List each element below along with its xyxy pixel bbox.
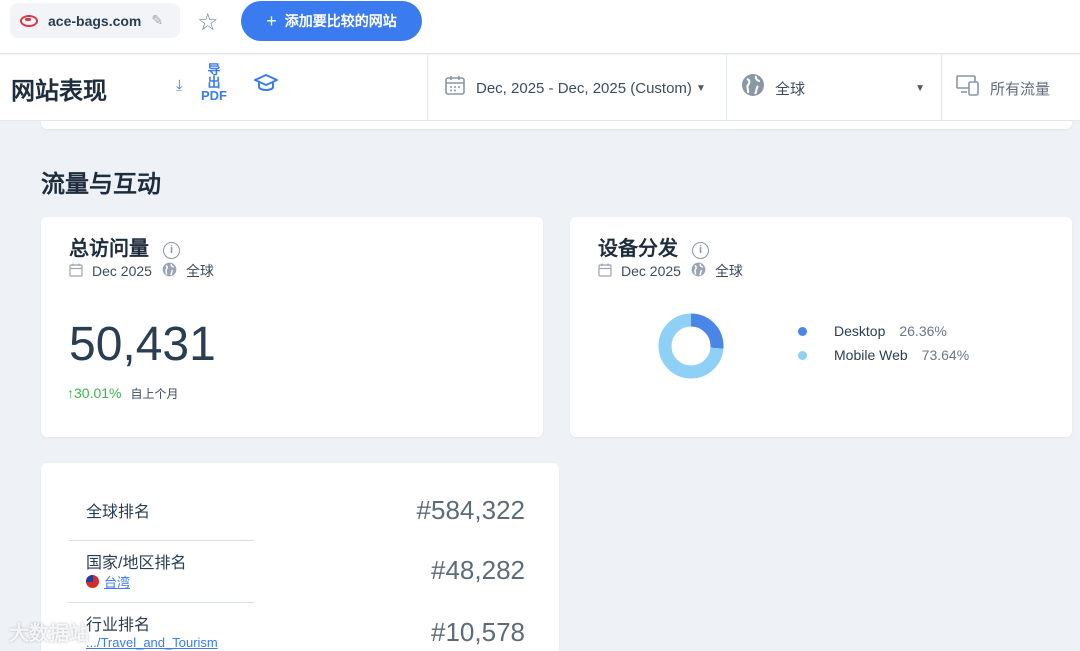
calendar-icon [444, 74, 466, 102]
site-domain: ace-bags.com [48, 12, 142, 29]
device-donut-chart [658, 313, 724, 379]
period-text: Dec 2025 [92, 263, 152, 279]
date-range-text: Dec, 2025 - Dec, 2025 (Custom) [476, 79, 692, 97]
legend-dot [798, 350, 807, 360]
device-legend: Desktop 26.36% Mobile Web 73.64% [798, 319, 969, 367]
total-visits-title: 总访问量 [69, 238, 149, 260]
legend-dot [798, 326, 807, 336]
page-header: 网站表现 ⤓ 导 出 PDF Dec, 2025 - Dec, 2025 (Cu… [0, 55, 1080, 121]
taiwan-flag-icon [86, 575, 99, 588]
geo-text: 全球 [185, 263, 214, 279]
industry-link-text: .../Travel_and_Tourism [86, 635, 218, 650]
legend-pct: 26.36% [899, 323, 947, 339]
change-value: ↑30.01% [67, 385, 122, 401]
watermark: 大数据站 [9, 623, 89, 645]
geo-text: 全球 [714, 263, 743, 279]
top-bar: ace-bags.com ✎ ☆ + 添加要比较的网站 [0, 0, 1080, 54]
device-distribution-card: 设备分发 i Dec 2025 全球 Desktop 26.36% Mobile … [570, 217, 1072, 437]
change-label: 自上个月 [130, 387, 179, 401]
ranking-card: 全球排名 #584,322 国家/地区排名 台湾 #48,282 行业排名 ..… [41, 463, 559, 651]
card-strip [41, 121, 1072, 129]
rank-value: #584,322 [416, 495, 525, 525]
devices-icon [956, 74, 980, 102]
graduation-cap-icon[interactable] [254, 73, 278, 99]
traffic-selector[interactable]: 所有流量 [941, 55, 1080, 121]
device-title: 设备分发 [598, 238, 678, 260]
globe-icon [741, 73, 765, 103]
legend-name: Desktop [834, 323, 886, 339]
edit-pencil-icon[interactable]: ✎ [151, 12, 163, 29]
total-visits-value: 50,431 [69, 318, 216, 371]
rank-value: #10,578 [431, 617, 525, 647]
total-visits-card: 总访问量 i Dec 2025 全球 50,431 ↑30.01% 自上个月 [41, 217, 543, 437]
card-title: 设备分发 i [598, 232, 709, 261]
country-link-text: 台湾 [104, 575, 131, 590]
legend-name: Mobile Web [834, 347, 908, 363]
chevron-down-icon: ▼ [915, 82, 925, 94]
rank-label: 行业排名 [86, 617, 151, 634]
divider [69, 540, 254, 541]
legend-item-desktop: Desktop 26.36% [798, 319, 969, 343]
legend-pct: 73.64% [921, 347, 970, 363]
period-text: Dec 2025 [621, 263, 681, 279]
site-logo-icon [20, 14, 38, 27]
traffic-text: 所有流量 [990, 80, 1051, 98]
chevron-down-icon: ▼ [695, 82, 706, 94]
globe-icon [162, 262, 177, 280]
globe-icon [691, 262, 706, 280]
rank-label: 全球排名 [86, 504, 151, 521]
geo-selector[interactable]: 全球 ▼ [726, 55, 941, 121]
calendar-icon [598, 263, 612, 280]
card-meta: Dec 2025 全球 [69, 261, 214, 281]
calendar-icon [69, 263, 83, 280]
export-label-line3: PDF [201, 88, 227, 103]
section-title: 流量与互动 [41, 171, 161, 198]
info-icon[interactable]: i [163, 242, 180, 259]
country-link[interactable]: 台湾 [86, 572, 130, 591]
industry-link[interactable]: .../Travel_and_Tourism [86, 635, 218, 650]
site-chip[interactable]: ace-bags.com ✎ [10, 3, 180, 38]
divider [69, 602, 254, 603]
rank-label: 国家/地区排名 [86, 555, 187, 572]
page-title: 网站表现 [11, 78, 107, 105]
date-range-selector[interactable]: Dec, 2025 - Dec, 2025 (Custom) ▼ [427, 55, 726, 121]
card-meta: Dec 2025 全球 [598, 261, 743, 281]
change-indicator: ↑30.01% 自上个月 [67, 385, 179, 402]
card-title: 总访问量 i [69, 232, 180, 261]
plus-icon: + [266, 10, 277, 31]
info-icon[interactable]: i [692, 242, 709, 259]
export-pdf-button[interactable]: 导 出 PDF [199, 63, 229, 102]
add-compare-site-button[interactable]: + 添加要比较的网站 [241, 1, 422, 41]
add-compare-site-label: 添加要比较的网站 [284, 13, 397, 29]
download-icon[interactable]: ⤓ [176, 77, 183, 94]
rank-value: #48,282 [431, 555, 525, 585]
legend-item-mobile-web: Mobile Web 73.64% [798, 343, 969, 367]
geo-text: 全球 [775, 80, 806, 98]
star-icon[interactable]: ☆ [197, 8, 219, 37]
